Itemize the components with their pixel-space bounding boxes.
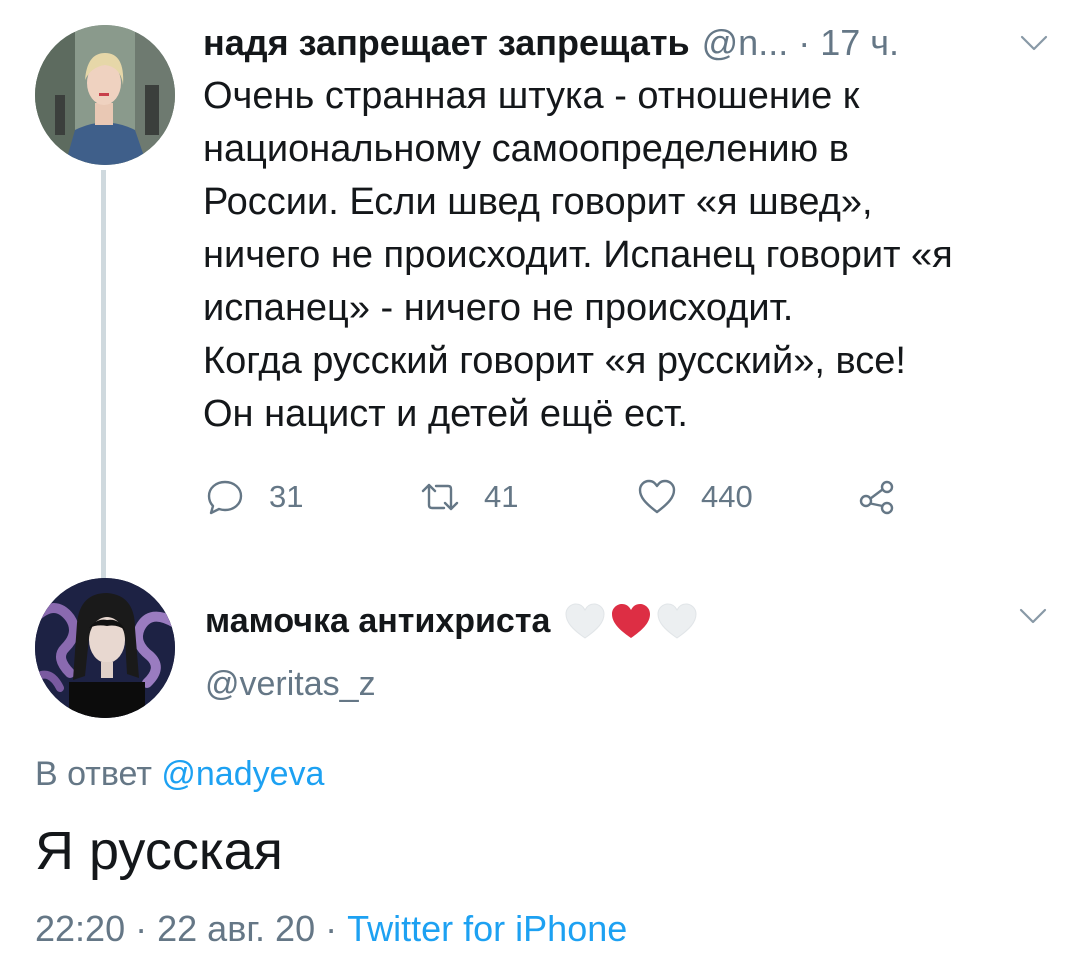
reply-count: 31 [269, 479, 304, 514]
author-handle[interactable]: @veritas_z [205, 665, 1055, 704]
author-name[interactable]: мамочка антихриста [205, 602, 550, 641]
reply-tweet-header: мамочка антихриста @veritas_z [205, 595, 1055, 704]
meta-separator: · [135, 908, 148, 949]
retweet-count: 41 [484, 479, 519, 514]
handle-and-time: @n... · 17 ч. [701, 22, 900, 63]
thread-connector-line [101, 170, 106, 580]
tweet-source-link[interactable]: Twitter for iPhone [347, 908, 627, 949]
tweet-actions: 31 41 440 [203, 472, 923, 522]
avatar-photo [35, 25, 175, 165]
white-heart-icon [657, 603, 697, 639]
white-heart-icon [565, 603, 605, 639]
tweet-time: 22:20 [35, 908, 126, 949]
reply-context: В ответ @nadyeva [35, 755, 324, 794]
reply-prefix: В ответ [35, 755, 152, 793]
tweet-date: 22 авг. 20 [157, 908, 316, 949]
share-button[interactable] [855, 472, 899, 522]
tweet-original[interactable]: надя запрещает запрещать @n... · 17 ч. О… [203, 18, 1053, 441]
like-count: 440 [701, 479, 753, 514]
reply-icon [207, 480, 243, 515]
avatar-illustration [35, 578, 175, 718]
reply-mention-link[interactable]: @nadyeva [161, 755, 324, 793]
tweet-text: Очень странная штука - отношение к нацио… [203, 75, 953, 435]
like-button[interactable]: 440 [635, 472, 753, 522]
reply-button[interactable]: 31 [203, 472, 303, 522]
like-icon [638, 479, 676, 514]
retweet-icon [421, 483, 459, 511]
name-emoji-group [562, 600, 700, 642]
chevron-down-icon[interactable] [1019, 607, 1047, 630]
meta-separator: · [325, 908, 338, 949]
retweet-button[interactable]: 41 [418, 472, 518, 522]
chevron-down-icon[interactable] [1015, 28, 1053, 58]
reply-tweet-text: Я русская [35, 821, 283, 881]
author-name[interactable]: надя запрещает запрещать [203, 22, 690, 64]
tweet-metadata: 22:20 · 22 авг. 20 · Twitter for iPhone [35, 908, 627, 950]
share-icon [859, 480, 894, 515]
red-heart-icon [612, 604, 651, 638]
avatar[interactable] [35, 25, 175, 165]
avatar[interactable] [35, 578, 175, 718]
